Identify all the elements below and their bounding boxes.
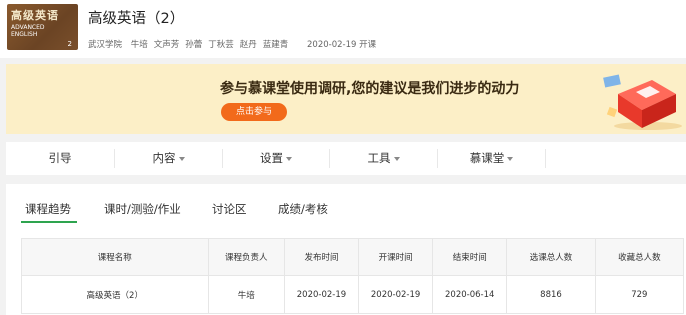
nav-item-label: 设置 bbox=[260, 151, 283, 165]
teacher-name: 孙蕾 bbox=[185, 40, 203, 50]
table-header-row: 课程名称 课程负责人 发布时间 开课时间 结束时间 选课总人数 收藏总人数 bbox=[21, 238, 685, 276]
table-cell: 高级英语（2） bbox=[21, 275, 209, 314]
cover-subtitle: ADVANCED ENGLISH bbox=[11, 24, 45, 38]
nav-item-mooc-classroom[interactable]: 慕课堂 bbox=[438, 142, 545, 175]
course-stats-table: 课程名称 课程负责人 发布时间 开课时间 结束时间 选课总人数 收藏总人数 高级… bbox=[21, 238, 685, 314]
nav-item-label: 引导 bbox=[48, 151, 72, 165]
tab-course-trend[interactable]: 课程趋势 bbox=[25, 201, 71, 217]
column-header: 结束时间 bbox=[432, 238, 508, 276]
cube-illustration-icon bbox=[603, 74, 682, 130]
column-header: 开课时间 bbox=[358, 238, 434, 276]
column-header: 课程名称 bbox=[21, 238, 209, 276]
teacher-name: 赵丹 bbox=[239, 40, 257, 50]
column-header: 课程负责人 bbox=[207, 238, 285, 276]
column-header: 收藏总人数 bbox=[594, 238, 685, 276]
nav-item-tools[interactable]: 工具 bbox=[330, 142, 437, 175]
school-name: 武汉学院 bbox=[88, 40, 123, 50]
active-tab-indicator bbox=[21, 221, 77, 223]
column-header: 发布时间 bbox=[283, 238, 360, 276]
chevron-down-icon bbox=[286, 156, 292, 161]
column-header: 选课总人数 bbox=[506, 238, 596, 276]
nav-divider bbox=[545, 149, 546, 168]
tab-discussion[interactable]: 讨论区 bbox=[212, 201, 247, 217]
cover-volume: 2 bbox=[67, 40, 72, 48]
course-nav: 引导 内容 设置 工具 慕课堂 bbox=[6, 142, 686, 175]
tab-grades[interactable]: 成绩/考核 bbox=[278, 201, 328, 217]
course-cover-image[interactable]: 高级英语 ADVANCED ENGLISH 2 bbox=[7, 4, 78, 50]
cover-title: 高级英语 bbox=[11, 9, 59, 22]
survey-banner[interactable]: 参与慕课堂使用调研,您的建议是我们进步的动力 点击参与 bbox=[6, 64, 686, 134]
stats-tabs: 课程趋势 课时/测验/作业 讨论区 成绩/考核 bbox=[6, 184, 686, 224]
teacher-name: 丁秋芸 bbox=[208, 40, 234, 50]
teacher-name: 蓝建青 bbox=[262, 40, 289, 50]
table-cell: 2020-02-19 bbox=[283, 275, 360, 314]
nav-item-label: 内容 bbox=[152, 151, 176, 165]
table-cell: 729 bbox=[594, 275, 685, 314]
chevron-down-icon bbox=[507, 156, 514, 161]
teacher-name: 牛培 bbox=[130, 40, 148, 50]
nav-item-content[interactable]: 内容 bbox=[115, 142, 222, 175]
table-cell: 牛培 bbox=[207, 275, 285, 314]
chevron-down-icon bbox=[178, 156, 185, 161]
table-cell: 2020-06-14 bbox=[432, 275, 508, 314]
nav-item-settings[interactable]: 设置 bbox=[223, 142, 329, 175]
cover-subtitle-line1: ADVANCED bbox=[11, 24, 45, 31]
cover-subtitle-line2: ENGLISH bbox=[11, 31, 38, 38]
start-date: 2020-02-19 开课 bbox=[307, 40, 377, 50]
nav-item-label: 工具 bbox=[367, 151, 391, 165]
nav-item-label: 慕课堂 bbox=[469, 151, 505, 165]
table-row: 高级英语（2） 牛培 2020-02-19 2020-02-19 2020-06… bbox=[21, 275, 685, 314]
teacher-name: 文声芳 bbox=[153, 40, 180, 50]
course-meta: 武汉学院 牛培 文声芳 孙蕾 丁秋芸 赵丹 蓝建青 2020-02-19 开课 bbox=[88, 38, 382, 50]
tab-lessons-quizzes[interactable]: 课时/测验/作业 bbox=[104, 201, 181, 217]
nav-item-guide[interactable]: 引导 bbox=[6, 142, 114, 175]
banner-message: 参与慕课堂使用调研,您的建议是我们进步的动力 bbox=[220, 81, 520, 97]
main-content: 课程趋势 课时/测验/作业 讨论区 成绩/考核 课程名称 课程负责人 发布时间 … bbox=[6, 184, 686, 315]
table-cell: 2020-02-19 bbox=[358, 275, 434, 314]
participate-button[interactable]: 点击参与 bbox=[221, 103, 287, 121]
course-title: 高级英语（2） bbox=[88, 11, 185, 27]
chevron-down-icon bbox=[393, 156, 400, 161]
course-header: 高级英语 ADVANCED ENGLISH 2 高级英语（2） 武汉学院 牛培文… bbox=[0, 0, 686, 58]
table-cell: 8816 bbox=[506, 275, 596, 314]
